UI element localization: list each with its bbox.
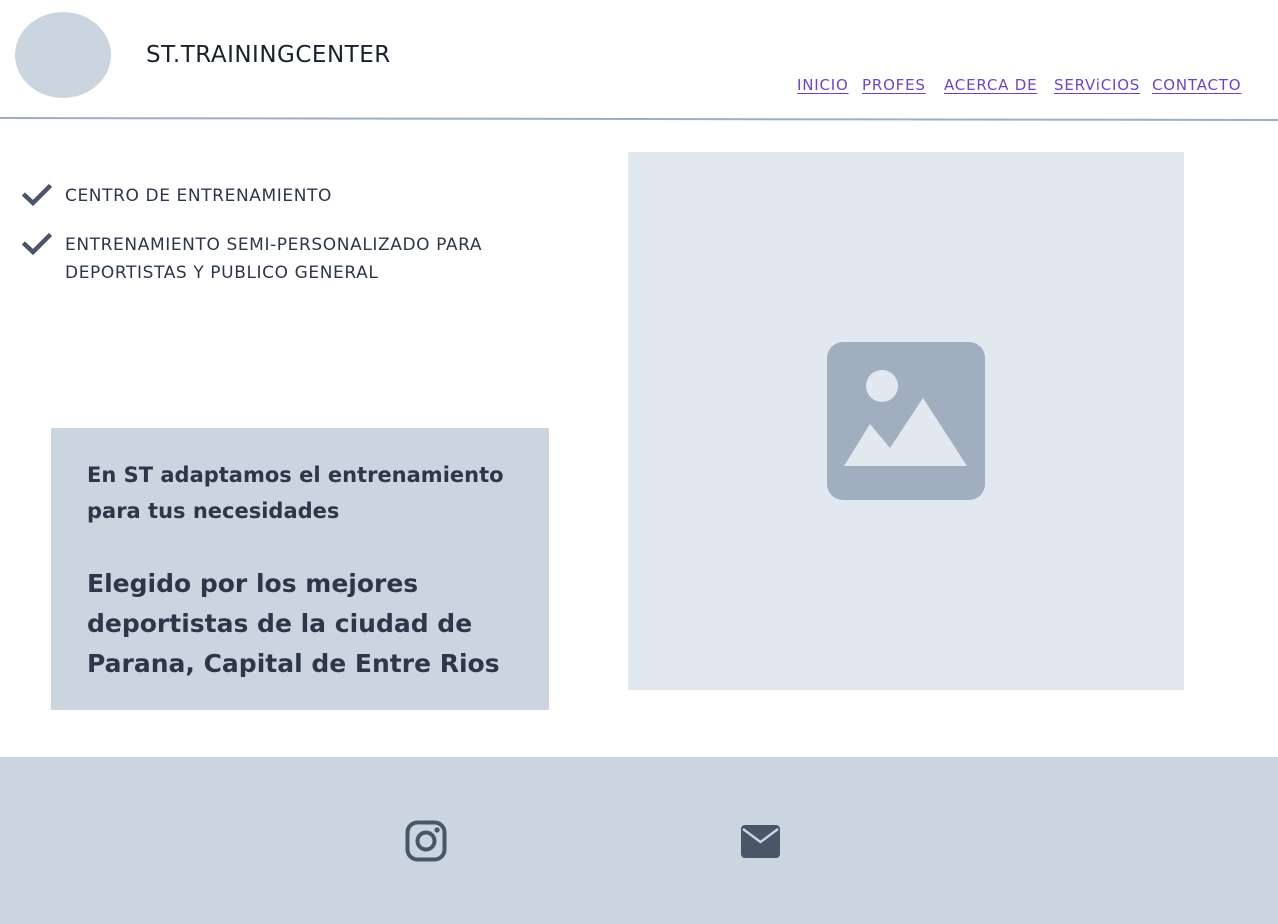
- check-icon: [22, 232, 52, 256]
- nav-link-inicio[interactable]: INICIO: [797, 76, 849, 94]
- info-panel: En ST adaptamos el entrenamiento para tu…: [51, 428, 549, 710]
- image-icon: [827, 342, 985, 500]
- instagram-icon[interactable]: [405, 820, 447, 862]
- nav-link-acerca-de[interactable]: ACERCA DE: [944, 76, 1037, 94]
- hero-image-placeholder: [628, 152, 1184, 690]
- nav-link-servicios[interactable]: SERViCIOS: [1054, 76, 1140, 94]
- mail-icon[interactable]: [741, 825, 780, 858]
- site-footer: [0, 757, 1278, 924]
- logo-placeholder[interactable]: [15, 12, 111, 98]
- header-divider: [0, 117, 1278, 122]
- check-icon: [22, 183, 52, 207]
- nav-link-contacto[interactable]: CONTACTO: [1152, 76, 1241, 94]
- feature-text: ENTRENAMIENTO SEMI-PERSONALIZADO PARA DE…: [65, 235, 483, 283]
- page: ST.TRAININGCENTER INICIO PROFES ACERCA D…: [0, 0, 1278, 924]
- site-header: ST.TRAININGCENTER INICIO PROFES ACERCA D…: [0, 0, 1278, 122]
- feature-text: CENTRO DE ENTRENAMIENTO: [65, 186, 332, 206]
- info-highlight: Elegido por los mejores deportistas de l…: [87, 569, 500, 678]
- brand-name[interactable]: ST.TRAININGCENTER: [146, 42, 391, 68]
- nav-link-profes[interactable]: PROFES: [862, 76, 926, 94]
- info-tagline: En ST adaptamos el entrenamiento para tu…: [87, 463, 504, 523]
